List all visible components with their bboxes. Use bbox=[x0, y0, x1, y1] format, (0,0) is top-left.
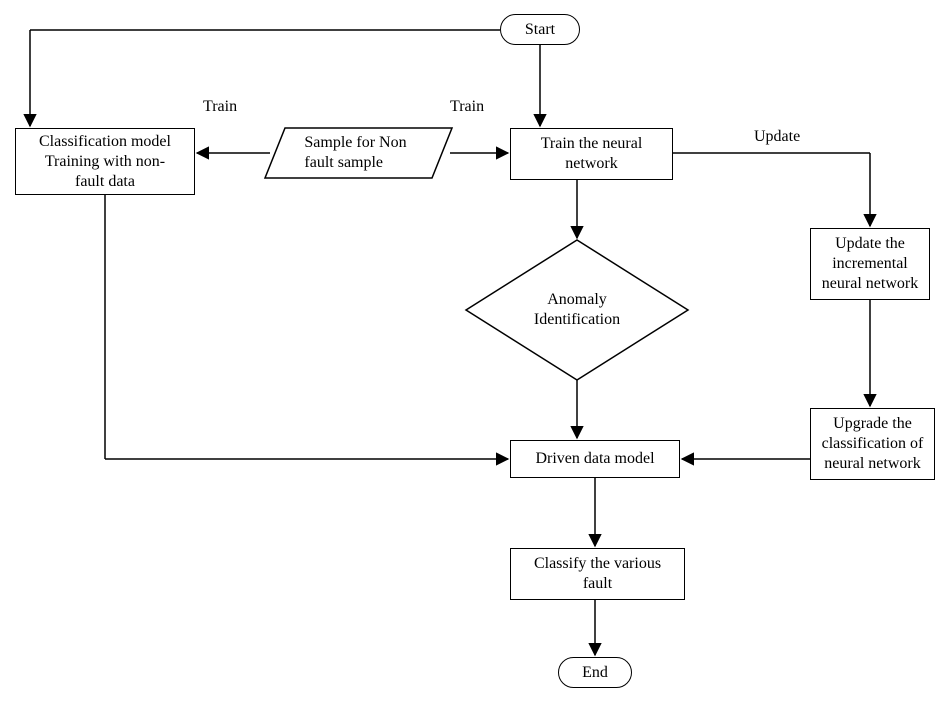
sample-nonfault-label: Sample for Non fault sample bbox=[304, 133, 406, 173]
upgrade-classification-process: Upgrade the classification of neural net… bbox=[810, 408, 935, 480]
anomaly-decision: Anomaly Identification bbox=[466, 240, 688, 380]
driven-data-model-process: Driven data model bbox=[510, 440, 680, 478]
train-nn-process: Train the neural network bbox=[510, 128, 673, 180]
classification-model-process: Classification model Training with non- … bbox=[15, 128, 195, 195]
upgrade-classification-label: Upgrade the classification of neural net… bbox=[822, 414, 924, 474]
end-terminal: End bbox=[558, 657, 632, 688]
edge-label-train-right: Train bbox=[450, 98, 484, 116]
edge-label-train-left: Train bbox=[203, 98, 237, 116]
end-label: End bbox=[582, 663, 608, 683]
train-nn-label: Train the neural network bbox=[541, 134, 643, 174]
start-terminal: Start bbox=[500, 14, 580, 45]
update-incremental-nn-process: Update the incremental neural network bbox=[810, 228, 930, 300]
anomaly-label: Anomaly Identification bbox=[534, 290, 620, 330]
driven-data-model-label: Driven data model bbox=[535, 449, 654, 469]
classify-fault-process: Classify the various fault bbox=[510, 548, 685, 600]
classify-fault-label: Classify the various fault bbox=[534, 554, 661, 594]
start-label: Start bbox=[525, 20, 555, 40]
update-incremental-nn-label: Update the incremental neural network bbox=[822, 234, 918, 294]
edge-label-update: Update bbox=[754, 128, 800, 146]
sample-nonfault-io: Sample for Non fault sample bbox=[265, 128, 452, 178]
classification-model-label: Classification model Training with non- … bbox=[39, 132, 171, 192]
